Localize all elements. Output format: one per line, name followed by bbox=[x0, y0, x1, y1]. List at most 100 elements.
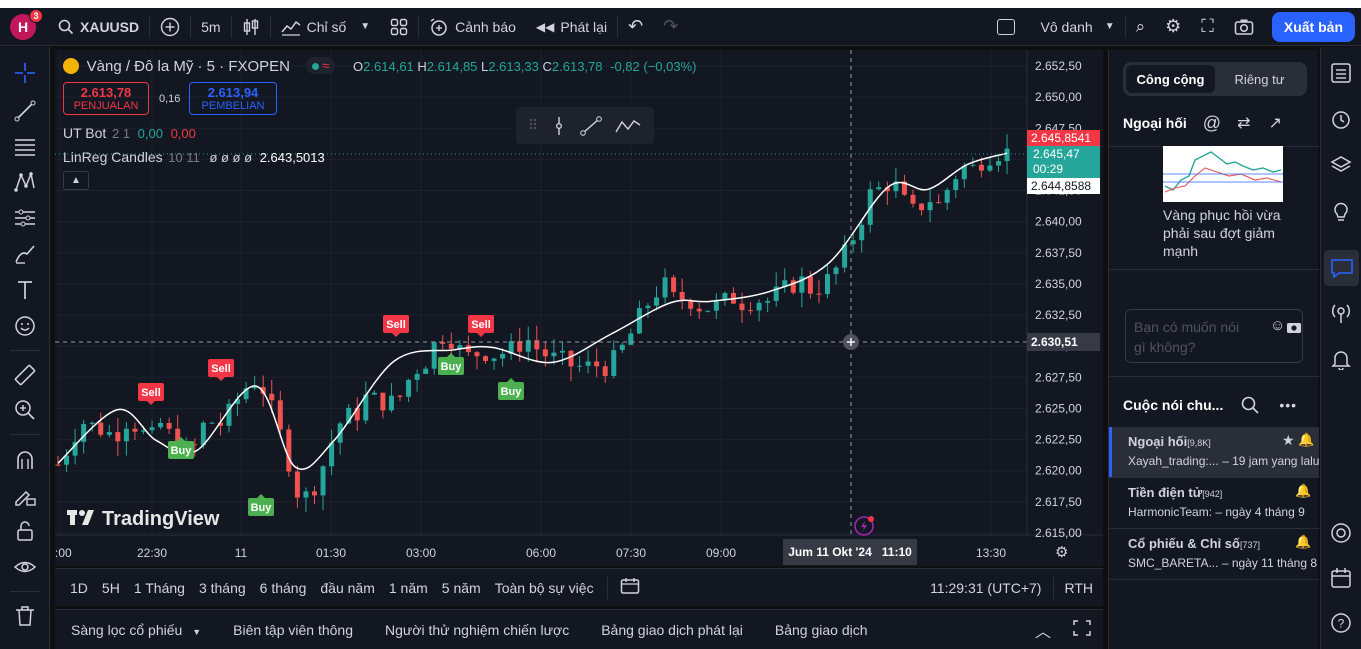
session-button[interactable]: RTH bbox=[1054, 580, 1103, 596]
linreg-legend[interactable]: LinReg Candles 10 11 ø ø ø ø 2.643,5013 bbox=[63, 149, 325, 165]
goto-date-button[interactable] bbox=[614, 577, 646, 598]
search-icon[interactable] bbox=[1241, 396, 1259, 414]
notifications-button[interactable] bbox=[1327, 345, 1355, 373]
collapse-panel-button[interactable]: ︿ bbox=[1025, 618, 1061, 642]
alert-button[interactable]: Cảnh báo bbox=[419, 8, 526, 46]
quick-search-button[interactable]: ⌕ bbox=[1126, 8, 1156, 46]
fullscreen-button[interactable]: ⛶ bbox=[1191, 8, 1224, 46]
tf-all[interactable]: Toàn bộ sự việc bbox=[488, 580, 601, 596]
fullscreen-toggle[interactable] bbox=[987, 8, 1031, 46]
path-icon[interactable] bbox=[614, 116, 642, 136]
sell-button[interactable]: 2.613,78 PENJUALAN bbox=[63, 82, 149, 115]
pattern-tool[interactable] bbox=[11, 168, 39, 196]
settings-button[interactable]: ⚙ bbox=[1155, 8, 1191, 46]
compare-button[interactable] bbox=[150, 8, 190, 46]
user-avatar[interactable]: H 3 bbox=[10, 8, 43, 40]
price-label-bottom: 2.644,8588 bbox=[1027, 178, 1100, 194]
chart-title[interactable]: Vàng / Đô la Mỹ · 5 · FXOPEN bbox=[87, 58, 290, 75]
symbol-search-button[interactable]: XAUUSD bbox=[36, 8, 149, 46]
tab-replay-trading[interactable]: Bảng giao dịch phát lại bbox=[585, 622, 759, 638]
tf-1d[interactable]: 1D bbox=[63, 580, 95, 596]
more-options-icon[interactable]: ••• bbox=[1279, 397, 1297, 413]
chat-input[interactable]: Bạn có muốn nói gì không? ☺ bbox=[1125, 309, 1303, 363]
visibility-tool[interactable] bbox=[11, 553, 39, 581]
ideas-button[interactable] bbox=[1327, 197, 1355, 225]
undo-button[interactable]: ↶ bbox=[618, 8, 653, 46]
chart-pane[interactable]: Sell Buy Sell Buy Sell Buy Sell Buy 2.652,50 2.6… bbox=[55, 50, 1103, 566]
vertical-line-icon[interactable] bbox=[550, 116, 568, 136]
tab-pine-editor[interactable]: Biên tập viên thông bbox=[217, 622, 369, 638]
candle-body bbox=[876, 187, 882, 190]
magnet-tool[interactable] bbox=[11, 446, 39, 474]
timezone-clock[interactable]: 11:29:31 (UTC+7) bbox=[930, 580, 1053, 596]
tab-private[interactable]: Riêng tư bbox=[1215, 65, 1304, 93]
bell-icon[interactable]: 🔔 bbox=[1295, 483, 1311, 499]
tf-6m[interactable]: 6 tháng bbox=[253, 580, 314, 596]
streams-button[interactable] bbox=[1327, 299, 1355, 327]
tf-5y[interactable]: 5 năm bbox=[435, 580, 488, 596]
tf-ytd[interactable]: đầu năm bbox=[313, 580, 381, 596]
bell-icon[interactable]: 🔔 bbox=[1295, 534, 1311, 550]
tab-strategy-tester[interactable]: Người thử nghiệm chiến lược bbox=[369, 622, 585, 638]
publish-button[interactable]: Xuất bản bbox=[1271, 11, 1355, 42]
chats-button[interactable] bbox=[1324, 250, 1359, 286]
brush-tool[interactable] bbox=[11, 240, 39, 268]
tab-public[interactable]: Công cộng bbox=[1126, 65, 1215, 93]
alerts-button[interactable] bbox=[1327, 105, 1355, 133]
calendar-button[interactable] bbox=[1327, 564, 1355, 592]
emoji-tool[interactable] bbox=[11, 312, 39, 340]
crosshair-tool[interactable] bbox=[11, 59, 39, 87]
watchlist-button[interactable] bbox=[1327, 59, 1355, 87]
emoji-icon[interactable]: ☺ bbox=[1270, 317, 1285, 334]
ruler-icon bbox=[14, 364, 36, 386]
ut-bot-legend[interactable]: UT Bot 2 1 0,00 0,00 bbox=[63, 125, 196, 141]
tab-trading-panel[interactable]: Bảng giao dịch bbox=[759, 622, 884, 638]
trend-line-tool[interactable] bbox=[11, 97, 39, 125]
idea-title[interactable]: Vàng phục hồi vừa phải sau đợt giảm mạnh bbox=[1163, 206, 1303, 260]
target-button[interactable] bbox=[1327, 519, 1355, 547]
collapse-legend-button[interactable]: ▲ bbox=[63, 171, 89, 190]
tf-1y[interactable]: 1 năm bbox=[382, 580, 435, 596]
tf-5h[interactable]: 5H bbox=[95, 580, 127, 596]
tf-1m[interactable]: 1 Tháng bbox=[127, 580, 192, 596]
layouts-grid-button[interactable] bbox=[380, 8, 418, 46]
tab-stock-screener[interactable]: Sàng lọc cổ phiếu ▼ bbox=[55, 622, 217, 638]
switch-room-icon[interactable]: ⇄ bbox=[1237, 113, 1250, 133]
interval-button[interactable]: 5m bbox=[191, 8, 230, 46]
lock-drawing-tool[interactable] bbox=[11, 482, 39, 510]
chat-input-placeholder: Bạn có muốn nói gì không? bbox=[1134, 319, 1240, 355]
chat-list-item[interactable]: Ngoại hối[9,8K] ★ 🔔 Xayah_trading:... – … bbox=[1109, 427, 1319, 477]
prediction-tool[interactable] bbox=[11, 204, 39, 232]
indicators-button[interactable]: Chỉ số ▼ bbox=[271, 8, 381, 46]
chart-type-button[interactable] bbox=[232, 8, 270, 46]
text-tool[interactable] bbox=[11, 276, 39, 304]
drag-handle-icon[interactable]: ⠿ bbox=[528, 117, 538, 134]
replay-button[interactable]: ◀◀ Phát lại bbox=[526, 8, 617, 46]
data-window-button[interactable] bbox=[1327, 151, 1355, 179]
star-icon[interactable]: ★ bbox=[1282, 432, 1295, 449]
layout-name-button[interactable]: Vô danh ▼ bbox=[1031, 8, 1125, 46]
fib-tool[interactable] bbox=[11, 133, 39, 161]
remove-drawings-tool[interactable] bbox=[11, 602, 39, 630]
chat-list-item[interactable]: Cổ phiếu & Chỉ số[737] 🔔 SMC_BARETA... –… bbox=[1109, 529, 1319, 579]
zoom-tool[interactable] bbox=[11, 396, 39, 424]
help-button[interactable]: ? bbox=[1327, 609, 1355, 637]
ruler-tool[interactable] bbox=[11, 361, 39, 389]
trend-line-icon[interactable] bbox=[580, 115, 602, 136]
room-title[interactable]: Ngoại hối bbox=[1123, 115, 1187, 131]
idea-thumbnail[interactable] bbox=[1163, 146, 1283, 202]
open-external-icon[interactable]: ↗ bbox=[1268, 113, 1281, 133]
chat-list-item[interactable]: Tiền điện tử[942] 🔔 HarmonicTeam: – ngày… bbox=[1109, 478, 1319, 528]
bell-icon[interactable]: 🔔 bbox=[1298, 432, 1314, 448]
tf-3m[interactable]: 3 tháng bbox=[192, 580, 253, 596]
mention-icon[interactable]: @ bbox=[1203, 113, 1221, 134]
redo-button[interactable]: ↷ bbox=[653, 8, 688, 46]
axis-settings-button[interactable]: ⚙ bbox=[1055, 543, 1068, 561]
snapshot-button[interactable] bbox=[1224, 8, 1264, 46]
lock-tool[interactable] bbox=[11, 517, 39, 545]
maximize-panel-button[interactable] bbox=[1061, 620, 1103, 639]
market-status-pill[interactable]: ≈ bbox=[305, 57, 336, 74]
camera-icon[interactable] bbox=[1286, 320, 1302, 334]
candle-body bbox=[414, 373, 420, 380]
buy-button[interactable]: 2.613,94 PEMBELIAN bbox=[189, 82, 277, 115]
